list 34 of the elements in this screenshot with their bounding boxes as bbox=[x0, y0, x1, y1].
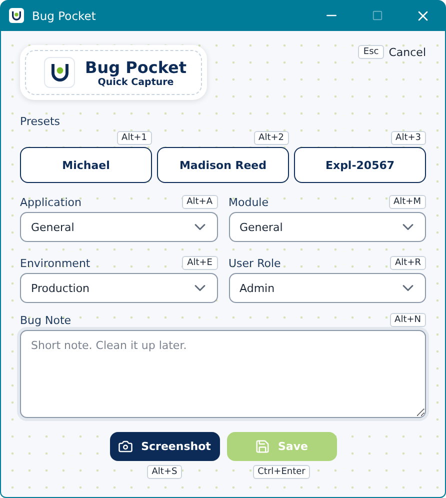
dropdown[interactable]: General bbox=[228, 212, 426, 242]
brand-title: Bug Pocket bbox=[85, 58, 187, 76]
shortcut-key: Alt+M bbox=[388, 195, 426, 209]
field-label: Bug Note bbox=[20, 314, 72, 326]
field-label: Environment bbox=[20, 256, 90, 270]
presets-label: Presets bbox=[20, 115, 60, 128]
dropdown[interactable]: Production bbox=[20, 273, 218, 303]
shortcut-key: Alt+A bbox=[182, 195, 218, 209]
brand-subtitle: Quick Capture bbox=[98, 76, 174, 88]
shortcut-key: Ctrl+Enter bbox=[252, 465, 310, 479]
shortcut-key: Alt+S bbox=[146, 465, 182, 479]
cancel-link[interactable]: Cancel bbox=[388, 46, 426, 58]
shortcut-key: Alt+R bbox=[390, 256, 426, 270]
preset-button[interactable]: Expl-20567 bbox=[294, 147, 426, 183]
field-label: Application bbox=[20, 196, 82, 208]
note-field[interactable]: Short note. Clean it up later. bbox=[20, 330, 426, 418]
shortcut-key: Alt+N bbox=[390, 313, 426, 327]
camera-icon bbox=[118, 439, 134, 454]
shortcut-key: Esc bbox=[358, 45, 384, 59]
shortcut-key: Alt+2 bbox=[254, 131, 289, 145]
preset-button[interactable]: Michael bbox=[20, 147, 152, 183]
shortcut-key: Alt+1 bbox=[116, 131, 152, 145]
screenshot-button[interactable]: Screenshot bbox=[110, 432, 220, 461]
dropdown[interactable]: General bbox=[20, 212, 218, 242]
field-label: User Role bbox=[228, 256, 281, 270]
save-icon bbox=[255, 439, 270, 454]
dropdown[interactable]: Admin bbox=[228, 273, 426, 303]
app-icon bbox=[9, 8, 24, 23]
shortcut-key: Alt+E bbox=[182, 256, 218, 270]
shield-logo-icon bbox=[44, 57, 75, 88]
shortcut-key: Alt+3 bbox=[390, 131, 426, 145]
preset-button[interactable]: Madison Reed bbox=[157, 147, 289, 183]
window-title: Bug Pocket bbox=[32, 8, 97, 22]
field-label: Module bbox=[228, 196, 268, 208]
